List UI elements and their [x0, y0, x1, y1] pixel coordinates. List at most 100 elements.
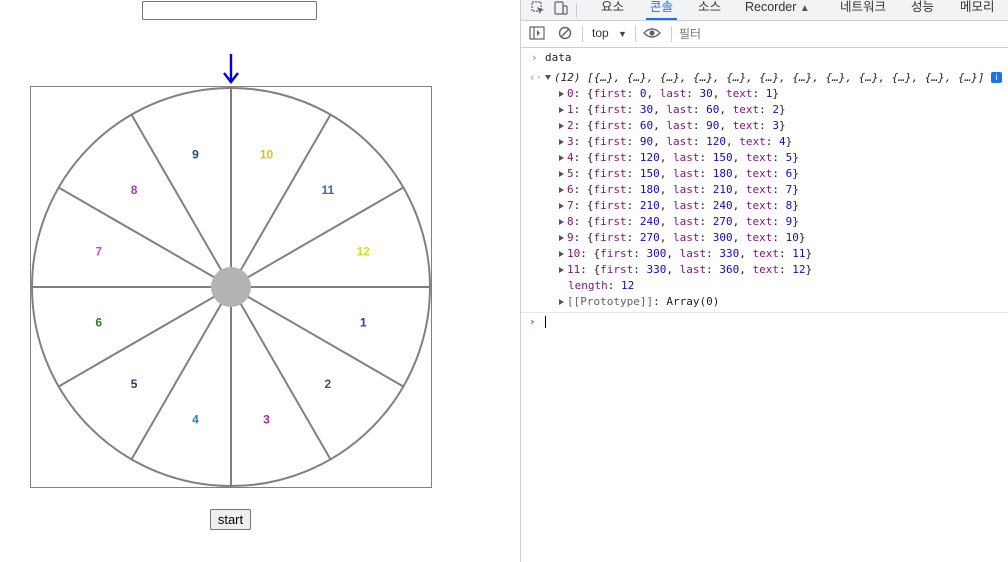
entry-index: 8 — [567, 215, 574, 228]
console-filter-input[interactable] — [677, 24, 1006, 44]
tab-recorder[interactable]: Recorder ▲ — [745, 0, 810, 20]
flask-icon: ▲ — [799, 3, 810, 14]
devtools-panel: 요소 콘솔 소스 Recorder ▲ 네트워크 성능 메모리 top ▼ › … — [521, 0, 1008, 562]
live-expression-eye-icon[interactable] — [643, 27, 661, 42]
clear-console-icon[interactable] — [558, 26, 572, 43]
wheel-divider-line — [230, 186, 404, 288]
show-sidebar-icon[interactable] — [529, 26, 545, 43]
prototype-line[interactable]: [[Prototype]]: Array(0) — [521, 294, 1008, 310]
console-input-line[interactable]: › — [521, 314, 1008, 330]
expand-triangle-icon — [559, 155, 564, 161]
entry-index: 0 — [567, 87, 574, 100]
array-entry-row[interactable]: 11: {first: 330, last: 360, text: 12} — [521, 262, 1008, 278]
device-toolbar-icon[interactable] — [553, 1, 569, 17]
expand-triangle-icon — [559, 235, 564, 241]
array-entry-row[interactable]: 5: {first: 150, last: 180, text: 6} — [521, 166, 1008, 182]
entry-first-key: first — [593, 231, 627, 244]
expand-triangle-icon — [559, 187, 564, 193]
entry-first-key: first — [600, 247, 634, 260]
array-entry-row[interactable]: 2: {first: 60, last: 90, text: 3} — [521, 118, 1008, 134]
entry-last-value: 270 — [712, 215, 733, 228]
array-entry: 4: {first: 120, last: 150, text: 5} — [559, 150, 799, 166]
tabbar-separator — [576, 3, 577, 17]
wheel-divider-line — [130, 286, 232, 460]
entry-first-value: 30 — [639, 103, 654, 116]
array-entry-row[interactable]: 0: {first: 0, last: 30, text: 1} — [521, 86, 1008, 102]
entry-index: 11 — [567, 263, 581, 276]
tab-performance[interactable]: 성능 — [911, 0, 934, 20]
entry-first-key: first — [593, 87, 627, 100]
array-entry-row[interactable]: 8: {first: 240, last: 270, text: 9} — [521, 214, 1008, 230]
wheel-segment-label: 12 — [357, 245, 371, 259]
array-entry-row[interactable]: 1: {first: 30, last: 60, text: 2} — [521, 102, 1008, 118]
entry-last-value: 300 — [712, 231, 733, 244]
toolbar-separator — [635, 26, 636, 42]
array-entry-row[interactable]: 3: {first: 90, last: 120, text: 4} — [521, 134, 1008, 150]
entry-text-key: text — [752, 247, 780, 260]
entry-index: 9 — [567, 231, 574, 244]
roulette-wheel[interactable]: 123456789 101112 — [30, 86, 432, 488]
wheel-segment-label: 10 — [260, 148, 274, 162]
array-preview: [{…}, {…}, {…}, {…}, {…}, {…}, {…}, {…},… — [587, 71, 985, 84]
entry-index: 2 — [567, 119, 574, 132]
entry-text-key: text — [745, 167, 773, 180]
expand-triangle-icon — [559, 107, 564, 113]
entry-last-key: last — [673, 167, 700, 180]
array-entry-row[interactable]: 4: {first: 120, last: 150, text: 5} — [521, 150, 1008, 166]
entry-first-key: first — [593, 167, 627, 180]
inspect-element-icon[interactable] — [530, 1, 546, 17]
array-entry: 9: {first: 270, last: 300, text: 10} — [559, 230, 806, 246]
entry-last-key: last — [666, 119, 693, 132]
entry-first-value: 240 — [639, 215, 660, 228]
expand-triangle-icon — [559, 299, 564, 305]
prompt-chevron-icon: › — [529, 315, 536, 328]
array-entry: 7: {first: 210, last: 240, text: 8} — [559, 198, 799, 214]
console-result-line[interactable]: ‹· (12) [{…}, {…}, {…}, {…}, {…}, {…}, {… — [521, 70, 1008, 86]
tab-elements[interactable]: 요소 — [601, 0, 624, 20]
text-input[interactable] — [142, 1, 317, 20]
entry-last-value: 90 — [706, 119, 720, 132]
entry-index: 6 — [567, 183, 574, 196]
pointer-arrow-icon — [223, 54, 239, 84]
entry-first-key: first — [600, 263, 634, 276]
entry-first-key: first — [593, 119, 627, 132]
console-toolbar: top ▼ — [521, 21, 1008, 48]
wheel-segment-label: 5 — [131, 377, 138, 391]
entry-last-value: 240 — [712, 199, 733, 212]
entry-first-value: 0 — [639, 87, 647, 100]
context-selector[interactable]: top ▼ — [592, 26, 627, 40]
expand-triangle-icon — [545, 75, 551, 80]
expand-triangle-icon — [559, 139, 564, 145]
array-entry-row[interactable]: 10: {first: 300, last: 330, text: 11} — [521, 246, 1008, 262]
console-command: data — [545, 51, 572, 64]
entry-index: 5 — [567, 167, 574, 180]
entry-index: 10 — [567, 247, 581, 260]
entry-index: 1 — [567, 103, 574, 116]
wheel-segment-label: 2 — [325, 377, 332, 391]
expand-triangle-icon — [559, 91, 564, 97]
tab-console[interactable]: 콘솔 — [645, 0, 678, 20]
tab-memory[interactable]: 메모리 — [960, 0, 995, 20]
prompt-chevron-icon: › — [531, 51, 538, 64]
entry-index: 4 — [567, 151, 574, 164]
entry-last-value: 180 — [712, 167, 733, 180]
expand-triangle-icon — [559, 267, 564, 273]
expand-triangle-icon — [559, 171, 564, 177]
length-line: length: 12 — [568, 279, 635, 292]
app-page: 1 2 3 4 5 6 7 8 9 10 11 12 start — [0, 0, 520, 562]
text-cursor — [545, 316, 546, 328]
entry-index: 3 — [567, 135, 574, 148]
entry-text-key: text — [745, 215, 773, 228]
array-entry-row[interactable]: 7: {first: 210, last: 240, text: 8} — [521, 198, 1008, 214]
entry-last-key: last — [673, 151, 700, 164]
array-entry-row[interactable]: 6: {first: 180, last: 210, text: 7} — [521, 182, 1008, 198]
array-entry: 6: {first: 180, last: 210, text: 7} — [559, 182, 799, 198]
entry-last-key: last — [673, 199, 700, 212]
tab-sources[interactable]: 소스 — [698, 0, 721, 20]
entry-first-value: 90 — [639, 135, 654, 148]
array-entry-row[interactable]: 9: {first: 270, last: 300, text: 10} — [521, 230, 1008, 246]
tab-network[interactable]: 네트워크 — [840, 0, 886, 20]
entry-text-key: text — [745, 151, 773, 164]
start-button[interactable]: start — [210, 509, 251, 530]
entry-first-value: 330 — [646, 263, 667, 276]
